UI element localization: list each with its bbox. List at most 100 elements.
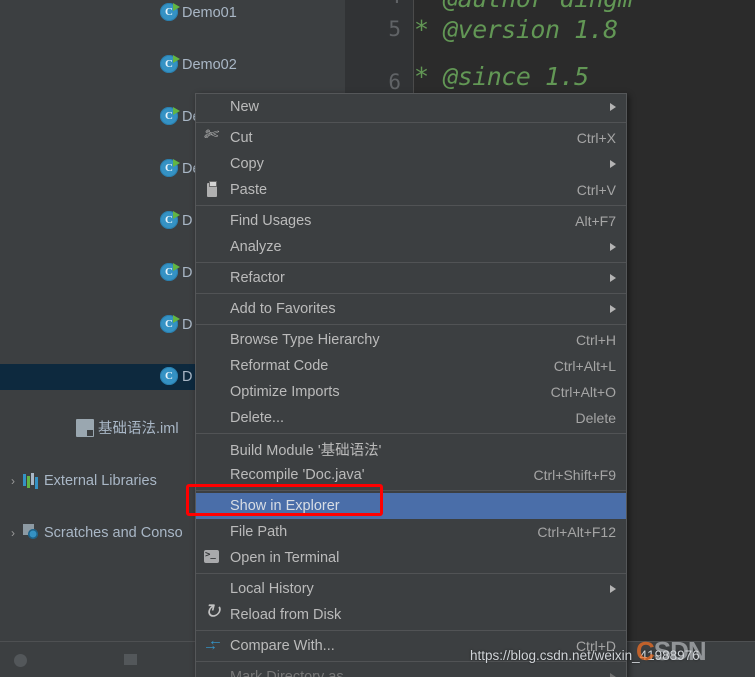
menu-icon-placeholder <box>200 439 228 459</box>
menu-item-label: Build Module '基础语法' <box>230 442 382 459</box>
status-indicator-icon[interactable] <box>14 654 27 667</box>
csdn-logo-watermark: CSDN <box>636 636 707 666</box>
compare-icon <box>200 633 228 656</box>
menu-icon-placeholder <box>200 579 228 599</box>
menu-item-label: Reformat Code <box>230 358 329 374</box>
tree-item-label: D <box>182 213 193 230</box>
menu-separator <box>196 205 626 206</box>
intellij-idea-window: Demo01 Demo02 Demo03 Demo04 D D D D 基础语法… <box>0 0 755 677</box>
chevron-right-icon[interactable]: › <box>4 520 22 546</box>
menu-item-recompile[interactable]: Recompile 'Doc.java' Ctrl+Shift+F9 <box>196 462 626 488</box>
menu-item-shortcut: Ctrl+H <box>575 332 616 348</box>
menu-icon-placeholder <box>200 97 228 117</box>
menu-item-label: New <box>230 99 260 115</box>
menu-separator <box>196 122 626 123</box>
menu-item-delete[interactable]: Delete... Delete <box>196 405 626 431</box>
tree-item-label: D <box>182 265 193 282</box>
menu-item-label: Cut <box>230 130 253 146</box>
menu-item-label: Recompile 'Doc.java' <box>230 467 365 483</box>
scissors-icon <box>200 126 228 148</box>
menu-item-browse-type-hierarchy[interactable]: Browse Type Hierarchy Ctrl+H <box>196 327 626 353</box>
tree-item-label: External Libraries <box>44 473 157 490</box>
submenu-arrow-icon <box>610 305 616 313</box>
menu-item-label: Delete... <box>230 410 284 426</box>
reload-icon <box>200 602 228 625</box>
menu-item-analyze[interactable]: Analyze <box>196 234 626 260</box>
menu-icon-placeholder <box>200 408 228 428</box>
menu-separator <box>196 324 626 325</box>
menu-icon-placeholder <box>200 154 228 174</box>
menu-separator <box>196 293 626 294</box>
menu-item-local-history[interactable]: Local History <box>196 576 626 602</box>
status-widget-icon[interactable] <box>124 654 137 665</box>
menu-item-reformat-code[interactable]: Reformat Code Ctrl+Alt+L <box>196 353 626 379</box>
menu-separator <box>196 490 626 491</box>
menu-item-label: Find Usages <box>230 213 312 229</box>
java-class-runnable-icon <box>160 55 180 73</box>
java-class-runnable-icon <box>160 159 180 177</box>
submenu-arrow-icon <box>610 243 616 251</box>
submenu-arrow-icon <box>610 274 616 282</box>
menu-item-label: Local History <box>230 581 314 597</box>
iml-file-icon <box>76 419 94 437</box>
tree-item-label: D <box>182 317 193 334</box>
menu-item-refactor[interactable]: Refactor <box>196 265 626 291</box>
menu-item-paste[interactable]: Paste Ctrl+V <box>196 177 626 203</box>
menu-item-optimize-imports[interactable]: Optimize Imports Ctrl+Alt+O <box>196 379 626 405</box>
menu-item-show-in-explorer[interactable]: Show in Explorer <box>196 493 626 519</box>
menu-separator <box>196 630 626 631</box>
java-class-icon <box>160 367 178 385</box>
code-line-since: * @since 1.5 <box>414 62 589 91</box>
tree-item-demo02[interactable]: Demo02 <box>0 52 345 78</box>
submenu-arrow-icon <box>610 103 616 111</box>
menu-icon-placeholder <box>200 667 228 677</box>
scratches-icon <box>22 523 40 541</box>
menu-separator <box>196 573 626 574</box>
code-line-version: * @version 1.8 <box>414 15 618 44</box>
tree-item-label: Demo01 <box>182 5 237 22</box>
menu-item-file-path[interactable]: File Path Ctrl+Alt+F12 <box>196 519 626 545</box>
menu-item-mark-directory-as: Mark Directory as <box>196 664 626 677</box>
tree-item-demo01[interactable]: Demo01 <box>0 0 345 26</box>
terminal-icon <box>200 548 228 568</box>
java-class-runnable-icon <box>160 211 180 229</box>
menu-item-label: Reload from Disk <box>230 607 342 623</box>
menu-item-shortcut: Ctrl+Shift+F9 <box>533 467 616 483</box>
menu-item-label: Open in Terminal <box>230 550 340 566</box>
context-menu[interactable]: New Cut Ctrl+X Copy Paste Ctrl+V Find Us… <box>195 93 627 677</box>
menu-item-label: Browse Type Hierarchy <box>230 332 380 348</box>
menu-icon-placeholder <box>200 382 228 402</box>
menu-item-reload-from-disk[interactable]: Reload from Disk <box>196 602 626 628</box>
menu-item-label: Copy <box>230 156 264 172</box>
code-line-author: * @author dingm <box>414 0 633 13</box>
submenu-arrow-icon <box>610 160 616 168</box>
clipboard-icon <box>200 180 228 200</box>
menu-icon-placeholder <box>200 268 228 288</box>
menu-separator <box>196 262 626 263</box>
menu-item-shortcut: Ctrl+X <box>576 130 616 146</box>
menu-item-build-module[interactable]: Build Module '基础语法' <box>196 436 626 462</box>
menu-item-shortcut: Ctrl+Alt+L <box>553 358 616 374</box>
menu-item-new[interactable]: New <box>196 94 626 120</box>
menu-item-open-in-terminal[interactable]: Open in Terminal <box>196 545 626 571</box>
menu-item-add-to-favorites[interactable]: Add to Favorites <box>196 296 626 322</box>
chevron-right-icon[interactable]: › <box>4 468 22 494</box>
menu-item-label: Optimize Imports <box>230 384 340 400</box>
menu-item-shortcut: Alt+F7 <box>575 213 616 229</box>
menu-item-label: Analyze <box>230 239 282 255</box>
menu-icon-placeholder <box>200 356 228 376</box>
submenu-arrow-icon <box>610 585 616 593</box>
menu-item-cut[interactable]: Cut Ctrl+X <box>196 125 626 151</box>
menu-item-copy[interactable]: Copy <box>196 151 626 177</box>
menu-item-shortcut: Ctrl+Alt+O <box>550 384 616 400</box>
tree-item-label: 基础语法.iml <box>98 421 179 438</box>
menu-item-label: Mark Directory as <box>230 669 344 677</box>
library-icon <box>22 471 40 489</box>
line-number: 4 <box>388 0 401 8</box>
menu-separator <box>196 433 626 434</box>
menu-item-shortcut: Delete <box>575 410 616 426</box>
menu-icon-placeholder <box>200 299 228 319</box>
menu-item-find-usages[interactable]: Find Usages Alt+F7 <box>196 208 626 234</box>
line-number: 6 <box>388 70 401 94</box>
tree-item-label: D <box>182 369 193 386</box>
